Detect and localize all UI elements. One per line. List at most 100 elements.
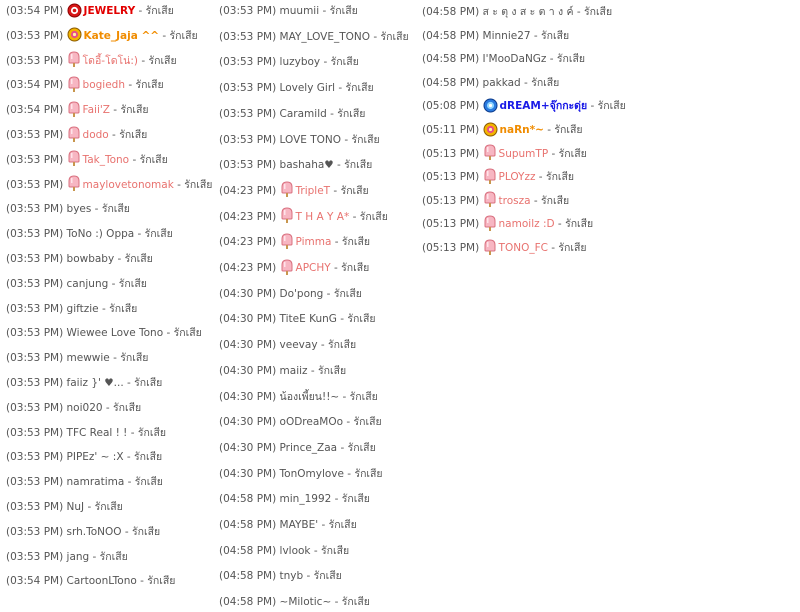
member-name[interactable]: namratima xyxy=(67,476,125,488)
member-name[interactable]: TONO_FC xyxy=(499,242,548,254)
status-text: รักเสีย xyxy=(347,441,376,454)
member-name[interactable]: namoilz :D xyxy=(499,218,555,230)
entry-separator: - xyxy=(102,401,114,414)
member-name[interactable]: Prince_Zaa xyxy=(280,442,338,454)
member-name[interactable]: Minnie27 xyxy=(483,30,531,42)
member-entry: (03:53 PM) MAY_LOVE_TONO - รักเสีย xyxy=(219,27,409,47)
entry-separator: - xyxy=(310,544,321,557)
status-text: รักเสีย xyxy=(119,129,148,141)
entry-time: (03:53 PM) xyxy=(219,30,277,43)
member-entry: (03:53 PM) muumii - รักเสีย xyxy=(219,1,358,21)
member-name[interactable]: pakkad xyxy=(483,77,521,89)
member-name[interactable]: canjung xyxy=(67,278,109,290)
member-name[interactable]: bogiedh xyxy=(83,79,125,91)
member-name[interactable]: LOVE TONO xyxy=(280,134,342,146)
entry-separator: - xyxy=(121,525,133,538)
member-name[interactable]: veevay xyxy=(280,339,318,351)
member-entry: (03:54 PM) Faii'Z - รักเสีย xyxy=(6,100,149,120)
member-entry: (04:30 PM) Prince_Zaa - รักเสีย xyxy=(219,438,376,458)
entry-time: (04:58 PM) xyxy=(219,519,277,531)
member-name[interactable]: APCHY xyxy=(296,262,331,274)
member-name[interactable]: ส ะ ตุ ง ส ะ ต า ง ค์ xyxy=(483,6,574,18)
popsicle-icon xyxy=(483,144,497,161)
member-name[interactable]: Do'pong xyxy=(280,288,324,300)
status-text: รักเสีย xyxy=(556,53,586,66)
member-name[interactable]: bowbaby xyxy=(67,253,115,265)
member-name[interactable]: Lovely Girl xyxy=(280,82,336,94)
entry-separator: - xyxy=(341,133,352,146)
member-name[interactable]: jang xyxy=(67,551,90,563)
member-name[interactable]: TonOmylove xyxy=(280,468,344,480)
member-name[interactable]: NuJ xyxy=(67,501,85,513)
member-name[interactable]: PLOYzz xyxy=(499,171,536,183)
status-text: รักเสีย xyxy=(173,327,202,340)
member-name[interactable]: oODreaMOo xyxy=(280,416,344,428)
member-name[interactable]: TFC Real ! ! xyxy=(67,427,128,439)
member-name[interactable]: min_1992 xyxy=(280,493,332,505)
member-name[interactable]: srh.ToNOO xyxy=(67,526,122,538)
member-name[interactable]: tnyb xyxy=(280,570,304,582)
entry-separator: - xyxy=(91,203,102,216)
member-name[interactable]: faiiz }' ♥... xyxy=(67,377,124,389)
member-name[interactable]: TripleT xyxy=(296,185,331,197)
member-name[interactable]: Caramild xyxy=(280,108,327,120)
entry-time: (03:54 PM) xyxy=(6,104,64,117)
entry-time: (04:58 PM) xyxy=(422,76,480,89)
member-name[interactable]: Wiewee Love Tono xyxy=(67,327,164,339)
member-name[interactable]: CartoonLTono xyxy=(67,575,137,587)
member-name[interactable]: โดอี้-โดโน่:) xyxy=(83,55,138,67)
popsicle-icon xyxy=(67,125,81,143)
member-name[interactable]: naRn*~ xyxy=(500,124,544,136)
status-text: รักเสีย xyxy=(144,228,173,241)
member-name[interactable]: Pimma xyxy=(296,236,332,248)
member-name[interactable]: TiteE KunG xyxy=(280,313,337,325)
member-entry: (05:13 PM) trosza - รักเสีย xyxy=(422,191,569,211)
member-name[interactable]: JEWELRY xyxy=(84,5,136,17)
entry-separator: - xyxy=(318,519,329,531)
member-name[interactable]: maylovetonomak xyxy=(83,179,174,191)
member-name[interactable]: MAYBE' xyxy=(280,519,319,531)
member-name[interactable]: ~Milotic~ xyxy=(280,596,332,608)
member-name[interactable]: น้องเพี้ยน!!~ xyxy=(280,391,340,403)
status-text: รักเสีย xyxy=(341,596,370,609)
popsicle-icon xyxy=(67,101,81,118)
member-name[interactable]: giftzie xyxy=(67,303,99,315)
member-name[interactable]: byes xyxy=(67,203,92,215)
member-name[interactable]: dodo xyxy=(83,129,109,141)
status-text: รักเสีย xyxy=(333,287,362,300)
entry-time: (03:53 PM) xyxy=(219,56,277,69)
status-text: รักเสีย xyxy=(137,426,167,439)
member-entry: (04:30 PM) TiteE KunG - รักเสีย xyxy=(219,309,376,329)
member-name[interactable]: ToNo :) Oppa xyxy=(67,228,135,240)
member-name[interactable]: T H A Y A* xyxy=(296,211,350,223)
entry-separator: - xyxy=(335,82,346,95)
member-name[interactable]: trosza xyxy=(499,195,531,207)
member-name[interactable]: muumii xyxy=(280,5,320,17)
member-name[interactable]: noi020 xyxy=(67,402,103,414)
member-name[interactable]: maiiz xyxy=(280,365,308,377)
member-name[interactable]: lvlook xyxy=(280,545,311,557)
member-name[interactable]: Kate_Jaja ^^ xyxy=(84,30,160,42)
member-name[interactable]: Tak_Tono xyxy=(83,154,130,166)
member-name[interactable]: mewwie xyxy=(67,352,110,364)
member-name[interactable]: dREAM+จุ๊กกะดุ่ย xyxy=(500,100,588,112)
member-name[interactable]: PIPEz' ~ :X xyxy=(67,451,124,463)
member-name[interactable]: I'MooDaNGz xyxy=(483,53,547,65)
entry-time: (05:13 PM) xyxy=(422,242,480,254)
entry-time: (05:13 PM) xyxy=(422,218,480,231)
member-entry: (03:53 PM) LOVE TONO - รักเสีย xyxy=(219,130,380,150)
entry-time: (04:30 PM) xyxy=(219,441,277,454)
entry-separator: - xyxy=(573,6,584,18)
status-text: รักเสีย xyxy=(354,467,383,480)
popsicle-icon xyxy=(280,233,294,250)
entry-time: (03:53 PM) xyxy=(6,153,64,166)
member-entry: (03:53 PM) maylovetonomak - รักเสีย xyxy=(6,175,212,195)
member-name[interactable]: SupumTP xyxy=(499,148,549,160)
member-name[interactable]: MAY_LOVE_TONO xyxy=(280,31,371,43)
entry-separator: - xyxy=(330,184,341,197)
member-name[interactable]: luzyboy xyxy=(280,56,321,68)
member-name[interactable]: Faii'Z xyxy=(83,104,110,116)
entry-time: (04:30 PM) xyxy=(219,339,277,352)
status-text: รักเสีย xyxy=(148,54,177,67)
member-name[interactable]: bashaha♥ xyxy=(280,159,334,171)
